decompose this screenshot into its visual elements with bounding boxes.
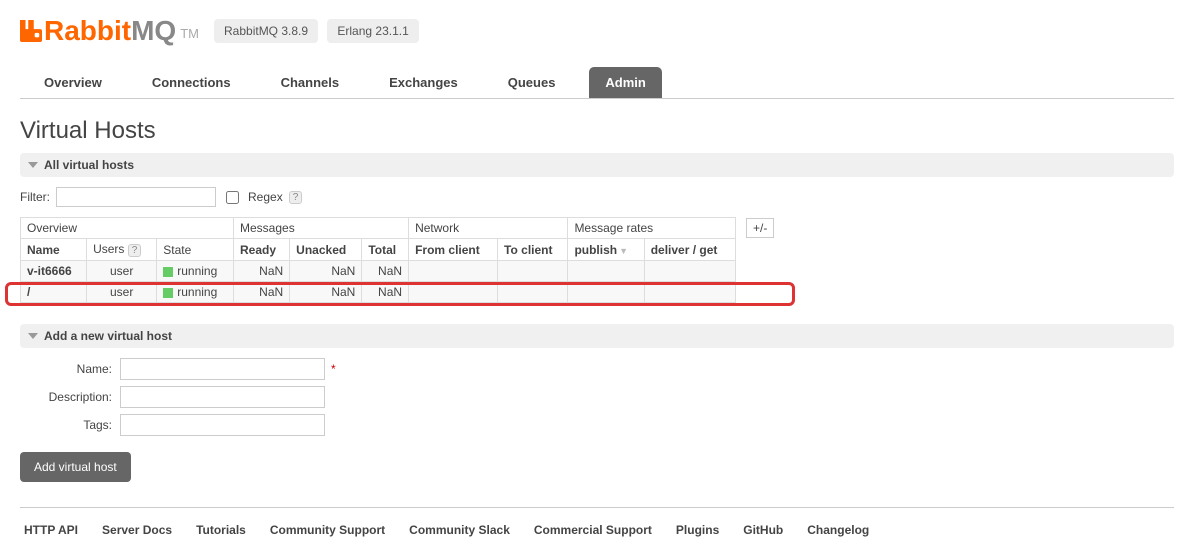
vhost-link[interactable]: / [27,285,30,299]
footer-changelog[interactable]: Changelog [807,523,869,537]
col-unacked[interactable]: Unacked [290,239,362,261]
group-messages: Messages [234,218,409,239]
tab-queues[interactable]: Queues [492,67,572,98]
footer-github[interactable]: GitHub [743,523,783,537]
footer-http-api[interactable]: HTTP API [24,523,78,537]
logo-tm: TM [180,26,199,41]
cell-deliver [644,261,735,282]
required-marker: * [331,362,336,376]
col-publish[interactable]: publish▼ [568,239,644,261]
regex-help[interactable]: ? [289,191,303,204]
tags-field[interactable] [120,414,325,436]
cell-ready: NaN [234,261,290,282]
col-from-client[interactable]: From client [409,239,498,261]
table-row: / user running NaN NaN NaN [21,282,788,303]
section-add-vhost[interactable]: Add a new virtual host [20,324,1174,348]
footer-links: HTTP API Server Docs Tutorials Community… [20,518,1174,557]
footer-community-support[interactable]: Community Support [270,523,385,537]
group-rates: Message rates [568,218,736,239]
chevron-down-icon [28,333,38,339]
cell-unacked: NaN [290,282,362,303]
tab-channels[interactable]: Channels [265,67,356,98]
rabbitmq-version-badge: RabbitMQ 3.8.9 [214,19,318,43]
cell-unacked: NaN [290,261,362,282]
users-help[interactable]: ? [128,244,142,257]
regex-checkbox[interactable] [226,191,239,204]
tab-exchanges[interactable]: Exchanges [373,67,474,98]
cell-publish [568,282,644,303]
filter-label: Filter: [20,190,50,204]
form-name-label: Name: [20,362,120,376]
name-field[interactable] [120,358,325,380]
cell-from-client [409,261,498,282]
erlang-version-badge: Erlang 23.1.1 [327,19,418,43]
filter-input[interactable] [56,187,216,207]
cell-to-client [498,282,568,303]
cell-deliver [644,282,735,303]
tab-connections[interactable]: Connections [136,67,247,98]
cell-users: user [87,282,157,303]
footer-commercial-support[interactable]: Commercial Support [534,523,652,537]
logo[interactable]: RabbitMQ TM [20,15,199,47]
cell-to-client [498,261,568,282]
tab-overview[interactable]: Overview [28,67,118,98]
chevron-down-icon [28,162,38,168]
main-tabs: Overview Connections Channels Exchanges … [20,67,1174,99]
vhosts-table: Overview Messages Network Message rates … [20,217,788,303]
col-users[interactable]: Users ? [87,239,157,261]
footer-tutorials[interactable]: Tutorials [196,523,246,537]
add-virtual-host-button[interactable]: Add virtual host [20,452,131,482]
cell-total: NaN [362,282,409,303]
col-total[interactable]: Total [362,239,409,261]
group-overview: Overview [21,218,234,239]
col-name[interactable]: Name [21,239,87,261]
table-row: v-it6666 user running NaN NaN NaN [21,261,788,282]
cell-users: user [87,261,157,282]
logo-rabbit-text: Rabbit [44,15,131,47]
group-network: Network [409,218,568,239]
section-all-vhosts[interactable]: All virtual hosts [20,153,1174,177]
state-running-icon [163,288,173,298]
footer-server-docs[interactable]: Server Docs [102,523,172,537]
state-running-icon [163,267,173,277]
form-desc-label: Description: [20,390,120,404]
cell-state: running [157,261,234,282]
footer-plugins[interactable]: Plugins [676,523,719,537]
regex-label: Regex [248,190,283,204]
tab-admin[interactable]: Admin [589,67,661,98]
col-ready[interactable]: Ready [234,239,290,261]
rabbitmq-icon [20,20,42,42]
cell-total: NaN [362,261,409,282]
cell-state: running [157,282,234,303]
columns-plusminus[interactable]: +/- [746,218,774,238]
logo-mq-text: MQ [131,15,176,47]
section-add-vhost-label: Add a new virtual host [44,329,172,343]
form-tags-label: Tags: [20,418,120,432]
footer-community-slack[interactable]: Community Slack [409,523,510,537]
section-all-vhosts-label: All virtual hosts [44,158,134,172]
cell-from-client [409,282,498,303]
cell-ready: NaN [234,282,290,303]
page-title: Virtual Hosts [20,117,1174,145]
col-deliver[interactable]: deliver / get [644,239,735,261]
col-to-client[interactable]: To client [498,239,568,261]
description-field[interactable] [120,386,325,408]
vhost-link[interactable]: v-it6666 [27,264,72,278]
cell-publish [568,261,644,282]
col-state[interactable]: State [157,239,234,261]
